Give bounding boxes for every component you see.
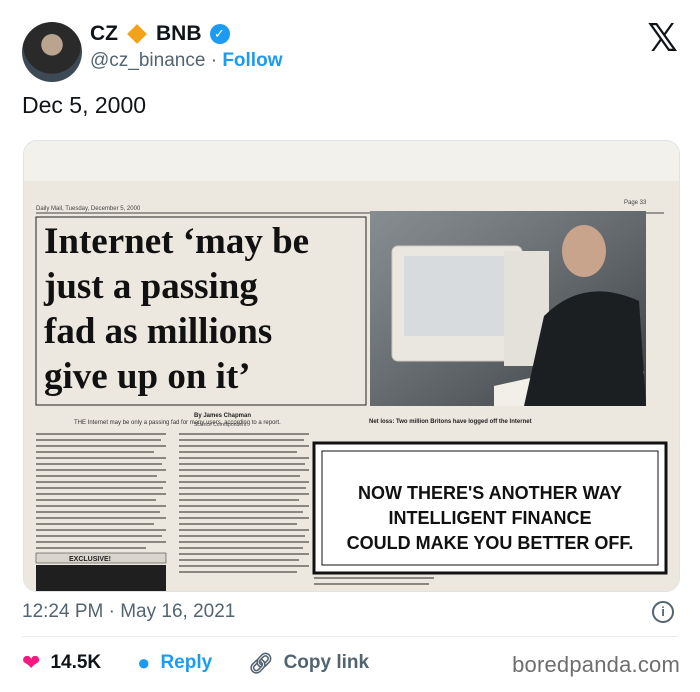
headline-line-3: fad as millions — [44, 311, 272, 352]
newspaper-masthead: Daily Mail, Tuesday, December 5, 2000 — [36, 206, 141, 212]
heart-icon: ❤ — [22, 650, 41, 675]
author-name-row: CZ BNB ✓ — [90, 22, 230, 46]
like-count: 14.5K — [50, 652, 102, 673]
headline-line-4: give up on it’ — [44, 356, 251, 397]
copy-link-label: Copy link — [283, 652, 370, 673]
link-icon: 🔗︎ — [248, 652, 274, 675]
article-byline-role: Science Correspondent — [194, 422, 247, 428]
tweet-timestamp[interactable]: 12:24 PM · May 16, 2021 — [22, 601, 235, 623]
avatar[interactable] — [22, 22, 82, 82]
handle-separator: · — [210, 50, 218, 71]
watermark: boredpanda.com — [512, 652, 680, 677]
exclusive-label: EXCLUSIVE! — [69, 556, 111, 563]
headline-line-2: just a passing — [43, 266, 258, 307]
tweet-text: Dec 5, 2000 — [22, 92, 147, 118]
newspaper-clipping: Daily Mail, Tuesday, December 5, 2000 Pa… — [24, 141, 679, 591]
author-name[interactable]: CZ — [90, 22, 118, 46]
handle-row: @cz_binance · Follow — [90, 50, 282, 72]
reply-bubble-icon: ● — [137, 650, 151, 675]
newspaper-page-number: Page 33 — [624, 200, 647, 206]
divider — [22, 636, 678, 637]
verified-badge-icon: ✓ — [209, 24, 230, 44]
headline-line-1: Internet ‘may be — [44, 221, 309, 262]
ad-line-3: COULD MAKE YOU BETTER OFF. — [347, 533, 634, 553]
reply-button[interactable]: ● Reply — [137, 650, 212, 676]
tweet-photo[interactable]: Daily Mail, Tuesday, December 5, 2000 Pa… — [23, 140, 680, 592]
reply-label: Reply — [160, 652, 213, 673]
copy-link-button[interactable]: 🔗︎ Copy link — [248, 651, 369, 676]
info-icon[interactable]: i — [652, 601, 674, 623]
article-byline: By James Chapman — [194, 413, 251, 419]
ad-line-2: INTELLIGENT FINANCE — [389, 508, 592, 528]
author-handle[interactable]: @cz_binance — [90, 50, 205, 71]
article-lede: THE Internet may be only a passing fad f… — [74, 420, 281, 426]
bnb-diamond-icon — [127, 24, 147, 44]
author-brand[interactable]: BNB — [156, 22, 202, 46]
ad-line-1: NOW THERE'S ANOTHER WAY — [358, 483, 622, 503]
photo-caption: Net loss: Two million Britons have logge… — [369, 419, 532, 425]
follow-button[interactable]: Follow — [222, 50, 282, 71]
tweet-actions: ❤ 14.5K ● Reply 🔗︎ Copy link — [22, 650, 405, 676]
tweet-header: CZ BNB ✓ @cz_binance · Follow 𝕏 — [22, 20, 682, 86]
x-logo-icon[interactable]: 𝕏 — [647, 20, 678, 58]
like-button[interactable]: ❤ 14.5K — [22, 650, 101, 676]
